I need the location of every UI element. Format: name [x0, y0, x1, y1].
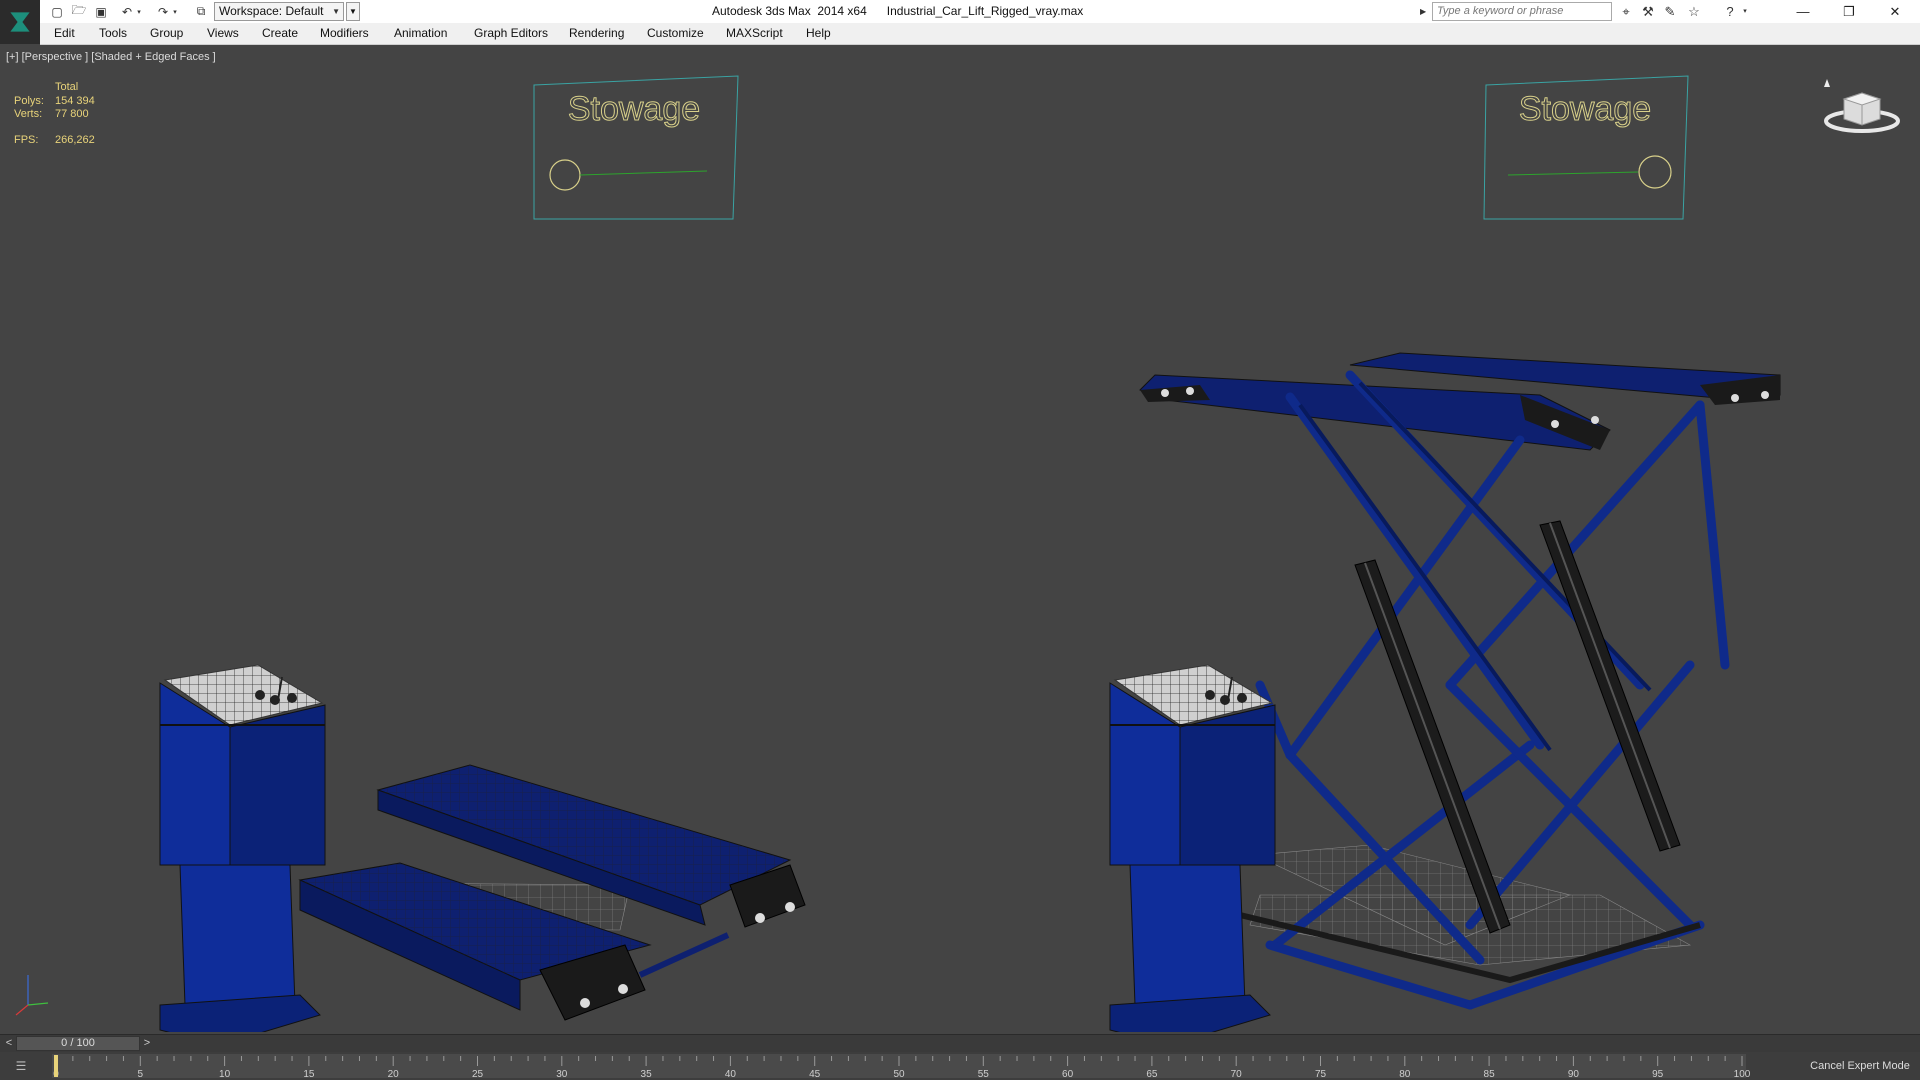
menu-graph-editors[interactable]: Graph Editors: [474, 26, 548, 40]
help-icon[interactable]: ?: [1720, 3, 1740, 20]
project-folder-icon[interactable]: ⧉: [192, 3, 210, 20]
track-bar-tick-label: 25: [472, 1069, 484, 1080]
undo-dropdown-icon[interactable]: ▾: [134, 3, 144, 20]
track-bar-tick-label: 30: [556, 1069, 568, 1080]
menu-views[interactable]: Views: [207, 26, 239, 40]
window-title: Autodesk 3ds Max 2014 x64 Industrial_Car…: [712, 4, 1084, 18]
menu-modifiers[interactable]: Modifiers: [320, 26, 369, 40]
track-bar-tick-label: 15: [303, 1069, 315, 1080]
track-bar-tick-label: 60: [1062, 1069, 1074, 1080]
time-slider[interactable]: < 0 / 100 >: [0, 1034, 1920, 1052]
help-dropdown-icon[interactable]: ▾: [1740, 3, 1750, 20]
search-input[interactable]: Type a keyword or phrase: [1432, 2, 1612, 21]
menu-customize[interactable]: Customize: [647, 26, 704, 40]
time-slider-next-button[interactable]: >: [140, 1036, 154, 1051]
track-bar-tick-label: 75: [1315, 1069, 1327, 1080]
perspective-viewport[interactable]: Stowage Stowage [+] [Perspective] [Shad…: [0, 45, 1920, 1032]
track-bar-tick-label: 70: [1231, 1069, 1243, 1080]
track-bar-tick-label: 40: [725, 1069, 737, 1080]
time-slider-thumb[interactable]: 0 / 100: [16, 1036, 140, 1051]
track-bar-tick-label: 65: [1146, 1069, 1158, 1080]
workspace-selector[interactable]: Workspace: Default ▼: [214, 2, 344, 21]
track-bar-tick-label: 100: [1734, 1069, 1751, 1080]
title-bar: ▢ 🗁 ▣ ↶ ▾ ↷ ▾ ⧉ Workspace: Default ▼ ▼ A…: [0, 0, 1920, 44]
communication-icon[interactable]: ✎: [1660, 3, 1680, 20]
track-bar-tick-label: 35: [641, 1069, 653, 1080]
viewcube-icon[interactable]: [1824, 79, 1900, 133]
track-bar-tick-label: 80: [1399, 1069, 1411, 1080]
subscription-icon[interactable]: ⚒: [1638, 3, 1658, 20]
track-bar-tick-label: 90: [1568, 1069, 1580, 1080]
app-window: ▢ 🗁 ▣ ↶ ▾ ↷ ▾ ⧉ Workspace: Default ▼ ▼ A…: [0, 0, 1920, 1080]
stowage-sign-left[interactable]: Stowage: [533, 75, 739, 220]
stats-verts-label: Verts:: [14, 108, 43, 120]
track-bar-tick-label: 20: [388, 1069, 400, 1080]
track-bar-tick-label: 95: [1652, 1069, 1664, 1080]
menu-animation[interactable]: Animation: [394, 26, 447, 40]
menu-rendering[interactable]: Rendering: [569, 26, 624, 40]
stats-verts-value: 77 800: [55, 108, 89, 120]
save-file-icon[interactable]: ▣: [92, 3, 110, 20]
car-lift-raised[interactable]: [1109, 352, 1781, 1032]
search-collapse-icon[interactable]: ▶: [1420, 3, 1430, 20]
new-file-icon[interactable]: ▢: [48, 3, 66, 20]
binoculars-icon[interactable]: ⌖: [1616, 3, 1636, 20]
stowage-sign-right-text: Stowage: [1519, 90, 1651, 128]
app-logo-icon[interactable]: [0, 0, 40, 44]
track-bar-tick-label: 50: [893, 1069, 905, 1080]
stats-polys-value: 154 394: [55, 95, 95, 107]
track-bar-ruler[interactable]: 0510152025303540455055606570758085909510…: [0, 1052, 1800, 1080]
menu-group[interactable]: Group: [150, 26, 183, 40]
stats-total-label: Total: [55, 81, 79, 93]
stowage-sign-left-text: Stowage: [568, 90, 700, 128]
menu-create[interactable]: Create: [262, 26, 298, 40]
workspace-label: Workspace: Default: [219, 4, 324, 18]
menu-maxscript[interactable]: MAXScript: [726, 26, 783, 40]
axis-tripod-icon: [15, 975, 49, 1016]
stowage-sign-right[interactable]: Stowage: [1483, 75, 1689, 220]
stats-fps-label: FPS:: [14, 134, 39, 146]
time-slider-prev-button[interactable]: <: [2, 1036, 16, 1051]
redo-dropdown-icon[interactable]: ▾: [170, 3, 180, 20]
scene-canvas[interactable]: Stowage Stowage: [0, 45, 1920, 1032]
menu-tools[interactable]: Tools: [99, 26, 127, 40]
current-frame-marker[interactable]: [54, 1055, 58, 1077]
viewport-label[interactable]: [+] [Perspective ] [Shaded + Edged Faces…: [6, 51, 216, 63]
track-bar-tick-label: 5: [138, 1069, 144, 1080]
restore-button[interactable]: ❐: [1826, 0, 1872, 23]
chevron-down-icon: ▼: [332, 7, 340, 16]
track-bar-tick-label: 85: [1484, 1069, 1496, 1080]
stats-polys-label: Polys:: [14, 95, 44, 107]
close-button[interactable]: ✕: [1872, 0, 1918, 23]
car-lift-lowered[interactable]: [159, 664, 806, 1032]
track-bar-tick-label: 10: [219, 1069, 231, 1080]
minimize-button[interactable]: —: [1780, 0, 1826, 23]
cancel-expert-mode-button[interactable]: Cancel Expert Mode: [1800, 1052, 1920, 1080]
track-bar-tick-label: 55: [978, 1069, 990, 1080]
open-file-icon[interactable]: 🗁: [70, 3, 88, 20]
menu-help[interactable]: Help: [806, 26, 831, 40]
quick-access-dropdown-icon[interactable]: ▼: [346, 2, 360, 21]
menu-edit[interactable]: Edit: [54, 26, 75, 40]
track-bar-tick-label: 45: [809, 1069, 821, 1080]
stats-fps-value: 266,262: [55, 134, 95, 146]
track-bar[interactable]: ☰ 05101520253035404550556065707580859095…: [0, 1052, 1920, 1080]
favorites-star-icon[interactable]: ☆: [1684, 3, 1704, 20]
menu-bar: Edit Tools Group Views Create Modifiers …: [40, 23, 1920, 45]
